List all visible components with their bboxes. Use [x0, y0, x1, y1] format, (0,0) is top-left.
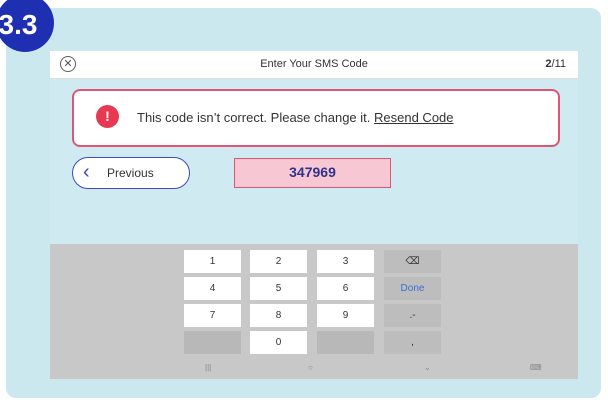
- key-1[interactable]: 1: [184, 250, 241, 273]
- key-7[interactable]: 7: [184, 304, 241, 327]
- sms-code-input[interactable]: 347969: [234, 158, 391, 188]
- key-3[interactable]: 3: [317, 250, 374, 273]
- alert-icon: !: [96, 105, 119, 128]
- key-5[interactable]: 5: [250, 277, 307, 300]
- key-8[interactable]: 8: [250, 304, 307, 327]
- android-nav-bar: ||| ○ ⌄ ⌨: [50, 360, 578, 379]
- resend-code-link[interactable]: Resend Code: [374, 110, 454, 125]
- numeric-keyboard: 1 2 3 ⌫ 4 5 6 Done 7 8 9 .- 0 , ||| ○ ⌄ …: [50, 244, 578, 379]
- blank-key-left: [184, 331, 241, 354]
- key-4[interactable]: 4: [184, 277, 241, 300]
- key-2[interactable]: 2: [250, 250, 307, 273]
- step-badge-label: 3.3: [0, 9, 38, 40]
- key-0[interactable]: 0: [250, 331, 307, 354]
- symbol-key[interactable]: .-: [384, 304, 441, 327]
- step-counter: 2/11: [545, 58, 566, 70]
- key-9[interactable]: 9: [317, 304, 374, 327]
- error-banner: ! This code isn’t correct. Please change…: [72, 89, 560, 147]
- key-6[interactable]: 6: [317, 277, 374, 300]
- counter-total: /11: [551, 58, 566, 70]
- done-key[interactable]: Done: [384, 277, 441, 300]
- phone-screen: ✕ Enter Your SMS Code 2/11 ! This code i…: [50, 51, 578, 379]
- home-icon[interactable]: ○: [308, 363, 313, 372]
- step-badge: 3.3: [0, 0, 54, 52]
- back-icon[interactable]: ⌄: [424, 363, 431, 372]
- comma-key[interactable]: ,: [384, 331, 441, 354]
- top-bar: ✕ Enter Your SMS Code 2/11: [50, 51, 578, 79]
- chevron-left-icon: ‹: [83, 161, 90, 183]
- keyboard-icon[interactable]: ⌨: [530, 363, 542, 372]
- blank-key-right: [317, 331, 374, 354]
- error-message-text: This code isn’t correct. Please change i…: [137, 110, 371, 125]
- previous-button-label: Previous: [107, 166, 154, 180]
- slide-frame: 3.3 ✕ Enter Your SMS Code 2/11 ! This co…: [0, 0, 601, 398]
- recent-apps-icon[interactable]: |||: [205, 363, 211, 372]
- error-message: This code isn’t correct. Please change i…: [137, 110, 454, 125]
- backspace-key[interactable]: ⌫: [384, 250, 441, 273]
- page-title: Enter Your SMS Code: [260, 58, 368, 70]
- previous-button[interactable]: ‹ Previous: [72, 157, 190, 189]
